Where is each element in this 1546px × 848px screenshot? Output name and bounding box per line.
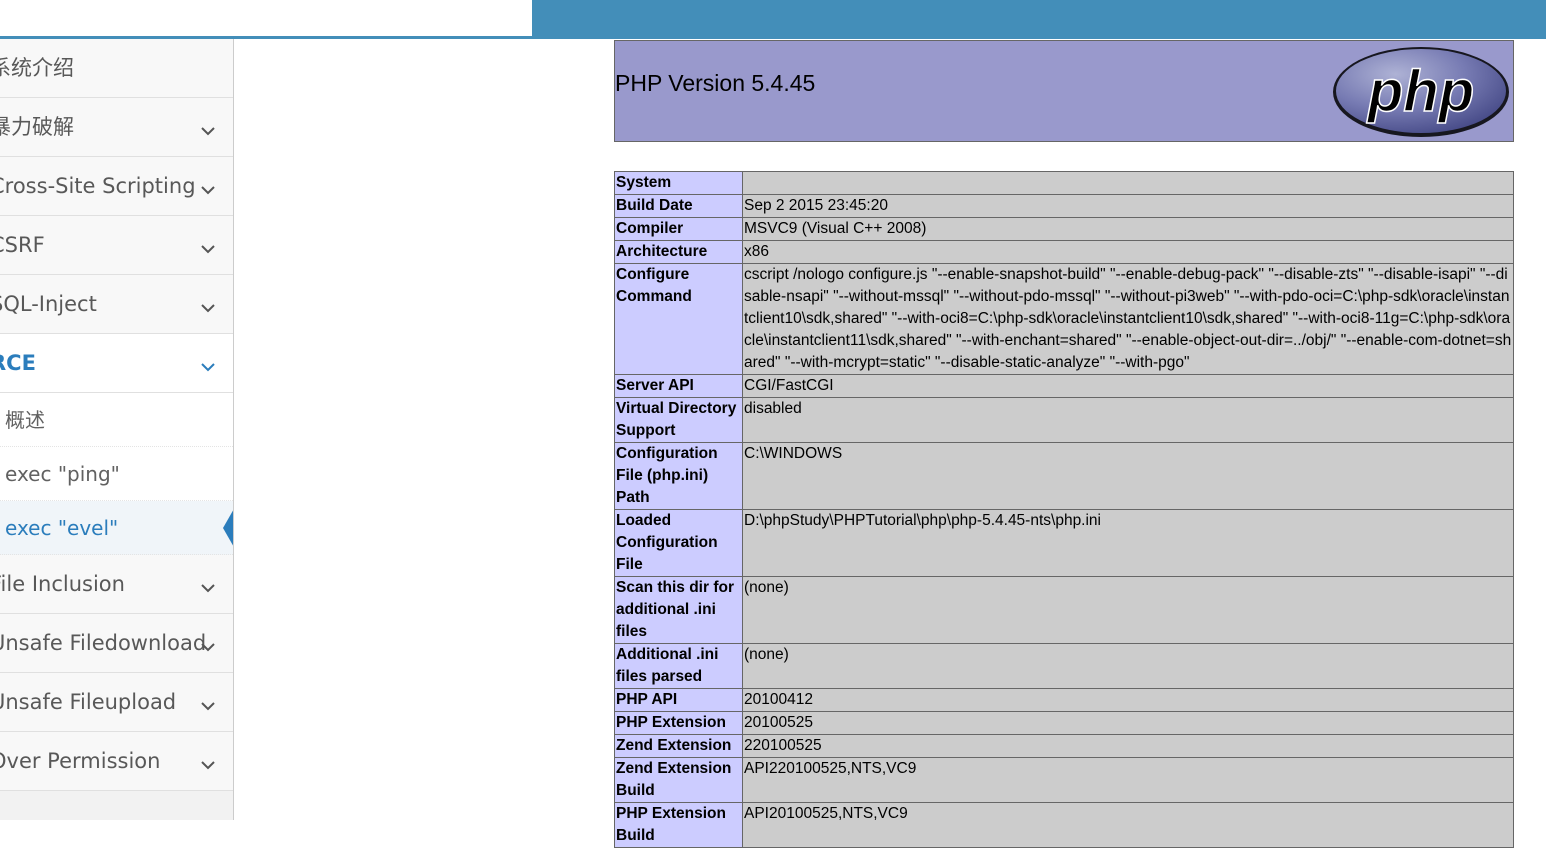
sidebar: 系统介绍暴力破解 Cross-Site Scripting CSRF SQL-Inje… <box>0 39 234 820</box>
table-key-cell: Additional .ini files parsed <box>614 643 743 689</box>
table-key-cell: Virtual Directory Support <box>614 397 743 443</box>
php-logo-text: php <box>1366 59 1474 124</box>
sidebar-item-label: 系统介绍 <box>0 56 74 80</box>
sidebar-item-label: SQL-Inject <box>0 292 97 316</box>
table-key-cell: Build Date <box>614 194 743 218</box>
sidebar-item[interactable]: Cross-Site Scripting <box>0 157 233 216</box>
table-value-cell: (none) <box>742 643 1514 689</box>
chevron-down-icon <box>201 755 215 770</box>
table-row: Zend Extension Build API220100525,NTS,VC9 <box>614 757 1514 803</box>
table-value-cell: D:\phpStudy\PHPTutorial\php\php-5.4.45-n… <box>742 509 1514 577</box>
table-key-cell: Loaded Configuration File <box>614 509 743 577</box>
table-row: PHP Extension 20100525 <box>614 711 1514 735</box>
table-row: Configuration File (php.ini) Path C:\WIND… <box>614 442 1514 510</box>
sidebar-item-label: Over Permission <box>0 749 161 773</box>
table-row: System <box>614 171 1514 195</box>
phpinfo-header: PHP Version 5.4.45 php <box>614 40 1514 142</box>
table-key-cell: PHP Extension <box>614 711 743 735</box>
table-row: Virtual Directory Support disabled <box>614 397 1514 443</box>
sidebar-item[interactable]: Unsafe Filedownload <box>0 614 233 673</box>
table-value-cell: 20100525 <box>742 711 1514 735</box>
top-navbar-left <box>0 0 532 39</box>
table-row: Architecture x86 <box>614 240 1514 264</box>
table-key-cell: PHP Extension Build <box>614 802 743 848</box>
chevron-down-icon <box>201 180 215 195</box>
table-key-cell: Zend Extension <box>614 734 743 758</box>
table-value-cell: disabled <box>742 397 1514 443</box>
sidebar-subitem-label: 概述 <box>5 408 45 432</box>
sidebar-item-label: Cross-Site Scripting <box>0 174 196 198</box>
table-value-cell: API20100525,NTS,VC9 <box>742 802 1514 848</box>
sidebar-item-label: File Inclusion <box>0 572 125 596</box>
table-row: Configure Command cscript /nologo configu… <box>614 263 1514 375</box>
table-key-cell: Zend Extension Build <box>614 757 743 803</box>
table-row: PHP API 20100412 <box>614 688 1514 712</box>
sidebar-item[interactable]: SQL-Inject <box>0 275 233 334</box>
sidebar-item[interactable]: Over Permission <box>0 732 233 791</box>
sidebar-item-label: CSRF <box>0 233 45 257</box>
sidebar-item[interactable]: Unsafe Fileupload <box>0 673 233 732</box>
table-row: Scan this dir for additional .ini files(… <box>614 576 1514 644</box>
table-row: Loaded Configuration File D:\phpStudy\PHP… <box>614 509 1514 577</box>
table-value-cell: MSVC9 (Visual C++ 2008) <box>742 217 1514 241</box>
table-row: Additional .ini files parsed (none) <box>614 643 1514 689</box>
table-value-cell: API220100525,NTS,VC9 <box>742 757 1514 803</box>
table-row: Server API CGI/FastCGI <box>614 374 1514 398</box>
php-version-title: PHP Version 5.4.45 <box>615 70 816 96</box>
table-key-cell: Compiler <box>614 217 743 241</box>
sidebar-item-label: Unsafe Filedownload <box>0 631 207 655</box>
table-row: Build Date Sep 2 2015 23:45:20 <box>614 194 1514 218</box>
php-logo: php <box>1333 47 1509 137</box>
sidebar-subitem-label: exec "evel" <box>5 516 119 540</box>
sidebar-subitem-label: exec "ping" <box>5 462 120 486</box>
table-value-cell: 220100525 <box>742 734 1514 758</box>
chevron-down-icon <box>201 121 215 136</box>
table-value-cell: Sep 2 2015 23:45:20 <box>742 194 1514 218</box>
active-pointer-icon <box>223 507 233 549</box>
chevron-down-icon <box>201 239 215 254</box>
sidebar-item[interactable]: File Inclusion <box>0 555 233 614</box>
table-row: PHP Extension Build API20100525,NTS,VC9 <box>614 802 1514 848</box>
chevron-down-icon <box>201 637 215 652</box>
sidebar-item-label: 暴力破解 <box>0 115 74 139</box>
table-value-cell: CGI/FastCGI <box>742 374 1514 398</box>
chevron-down-icon <box>201 578 215 593</box>
table-value-cell: x86 <box>742 240 1514 264</box>
table-value-cell: C:\WINDOWS <box>742 442 1514 510</box>
table-value-cell: (none) <box>742 576 1514 644</box>
table-key-cell: System <box>614 171 743 195</box>
sidebar-item[interactable]: 系统介绍 <box>0 39 233 98</box>
table-key-cell: Scan this dir for additional .ini files <box>614 576 743 644</box>
sidebar-item-label: RCE <box>0 351 36 375</box>
sidebar-item[interactable]: 暴力破解 <box>0 98 233 157</box>
sidebar-subitem[interactable]: 概述 <box>0 393 233 447</box>
table-key-cell: Configure Command <box>614 263 743 375</box>
table-key-cell: Architecture <box>614 240 743 264</box>
sidebar-item[interactable]: CSRF <box>0 216 233 275</box>
table-row: Zend Extension 220100525 <box>614 734 1514 758</box>
table-key-cell: PHP API <box>614 688 743 712</box>
chevron-down-icon <box>201 696 215 711</box>
table-value-cell <box>742 171 1514 195</box>
table-key-cell: Configuration File (php.ini) Path <box>614 442 743 510</box>
top-navbar-right <box>532 0 1546 39</box>
table-key-cell: Server API <box>614 374 743 398</box>
chevron-down-icon <box>201 298 215 313</box>
sidebar-subitem[interactable]: exec "ping" <box>0 447 233 501</box>
sidebar-item[interactable]: RCE <box>0 334 233 393</box>
table-row: Compiler MSVC9 (Visual C++ 2008) <box>614 217 1514 241</box>
chevron-down-icon-open <box>201 357 215 372</box>
sidebar-subitem[interactable]: exec "evel" <box>0 501 233 555</box>
table-value-cell: 20100412 <box>742 688 1514 712</box>
sidebar-item-label: Unsafe Fileupload <box>0 690 177 714</box>
phpinfo-table: System Build Date Sep 2 2015 23:45:20 Compi… <box>614 171 1514 848</box>
table-value-cell: cscript /nologo configure.js "--enable-s… <box>742 263 1514 375</box>
